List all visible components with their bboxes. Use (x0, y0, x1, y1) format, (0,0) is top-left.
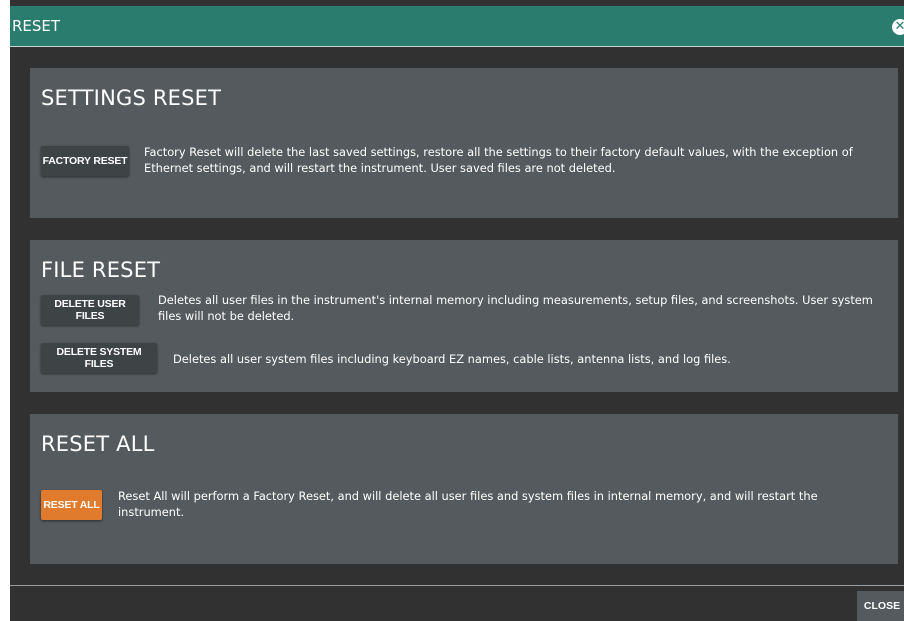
delete-system-files-description: Deletes all user system files including … (173, 352, 731, 366)
reset-all-description: Reset All will perform a Factory Reset, … (118, 489, 818, 519)
delete-user-files-button[interactable]: DELETE USER FILES (41, 295, 139, 325)
file-reset-panel: FILE RESET DELETE USER FILES Deletes all… (30, 240, 898, 392)
reset-all-heading: RESET ALL (41, 432, 155, 456)
close-button[interactable]: CLOSE (857, 591, 904, 621)
factory-reset-description: Factory Reset will delete the last saved… (144, 145, 853, 175)
close-circle-icon[interactable]: ✕ (892, 19, 904, 35)
title-bar: RESET ✕ (10, 6, 904, 47)
reset-all-button[interactable]: RESET ALL (41, 490, 102, 520)
file-reset-heading: FILE RESET (41, 258, 161, 282)
reset-all-panel: RESET ALL RESET ALL Reset All will perfo… (30, 414, 898, 564)
factory-reset-button[interactable]: FACTORY RESET (41, 146, 129, 176)
settings-reset-heading: SETTINGS RESET (41, 86, 222, 110)
delete-system-files-button[interactable]: DELETE SYSTEM FILES (41, 343, 157, 373)
footer-divider (10, 585, 904, 586)
dialog-title: RESET (12, 17, 61, 35)
settings-reset-panel: SETTINGS RESET FACTORY RESET Factory Res… (30, 68, 898, 218)
delete-user-files-description: Deletes all user files in the instrument… (158, 293, 873, 323)
reset-dialog: RESET ✕ SETTINGS RESET FACTORY RESET Fac… (10, 0, 904, 621)
